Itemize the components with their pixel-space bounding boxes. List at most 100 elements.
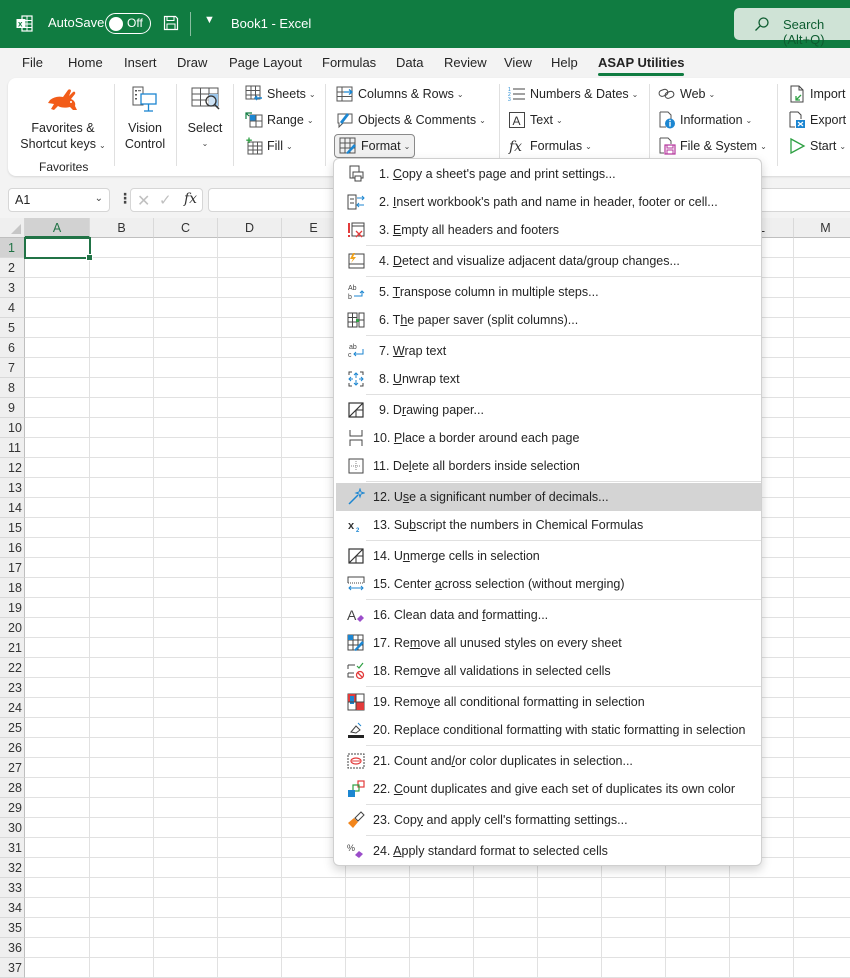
menu-item-16[interactable]: A 16. Clean data and formatting... — [336, 601, 761, 629]
row-header-17[interactable]: 17 — [0, 558, 25, 578]
row-header-11[interactable]: 11 — [0, 438, 25, 458]
text-button[interactable]: A Text ⌄ — [508, 109, 563, 131]
row-header-3[interactable]: 3 — [0, 278, 25, 298]
menu-item-23[interactable]: 23. Copy and apply cell's formatting set… — [336, 806, 761, 834]
column-header-d[interactable]: D — [218, 218, 282, 238]
menu-item-24[interactable]: % 24. Apply standard format to selected c… — [336, 837, 761, 865]
information-button[interactable]: Information ⌄ — [658, 109, 752, 131]
row-header-12[interactable]: 12 — [0, 458, 25, 478]
column-header-b[interactable]: B — [90, 218, 154, 238]
tab-help[interactable]: Help — [551, 55, 578, 70]
save-icon[interactable] — [163, 15, 179, 31]
fill-button[interactable]: Fill ⌄ — [245, 135, 293, 157]
autosave-toggle[interactable]: Off — [105, 13, 151, 34]
sheets-button[interactable]: Sheets ⌄ — [245, 83, 316, 105]
row-header-23[interactable]: 23 — [0, 678, 25, 698]
numbers-dates-button[interactable]: 123 Numbers & Dates ⌄ — [508, 83, 638, 105]
column-header-c[interactable]: C — [154, 218, 218, 238]
vision-control-button[interactable]: Vision Control — [120, 86, 170, 152]
menu-item-8[interactable]: 8. Unwrap text — [336, 365, 761, 393]
start-button[interactable]: Start ⌄ — [788, 135, 846, 157]
web-button[interactable]: Web ⌄ — [658, 83, 715, 105]
enter-check-icon[interactable]: ✓ — [159, 191, 172, 209]
row-header-24[interactable]: 24 — [0, 698, 25, 718]
row-header-35[interactable]: 35 — [0, 918, 25, 938]
row-header-30[interactable]: 30 — [0, 818, 25, 838]
row-header-14[interactable]: 14 — [0, 498, 25, 518]
objects-comments-button[interactable]: Objects & Comments ⌄ — [336, 109, 486, 131]
row-header-25[interactable]: 25 — [0, 718, 25, 738]
formulas-button[interactable]: fx Formulas ⌄ — [508, 135, 592, 157]
tab-page-layout[interactable]: Page Layout — [229, 55, 302, 70]
menu-item-12[interactable]: 12. Use a significant number of decimals… — [336, 483, 761, 511]
favorites-button[interactable]: Favorites & Shortcut keys ⌄ — [16, 86, 110, 154]
row-header-15[interactable]: 15 — [0, 518, 25, 538]
menu-item-14[interactable]: 14. Unmerge cells in selection — [336, 542, 761, 570]
menu-item-13[interactable]: x 2 13. Subscript the numbers in Chemical … — [336, 511, 761, 539]
row-header-36[interactable]: 36 — [0, 938, 25, 958]
menu-item-3[interactable]: 3. Empty all headers and footers — [336, 216, 761, 244]
column-header-a[interactable]: A — [25, 218, 90, 238]
menu-item-11[interactable]: 11. Delete all borders inside selection — [336, 452, 761, 480]
row-header-37[interactable]: 37 — [0, 958, 25, 978]
tab-draw[interactable]: Draw — [177, 55, 207, 70]
menu-item-4[interactable]: 4. Detect and visualize adjacent data/gr… — [336, 247, 761, 275]
select-all-button[interactable] — [0, 218, 25, 238]
row-header-20[interactable]: 20 — [0, 618, 25, 638]
menu-item-6[interactable]: 6. The paper saver (split columns)... — [336, 306, 761, 334]
menu-item-21[interactable]: 21. Count and/or color duplicates in sel… — [336, 747, 761, 775]
menu-item-15[interactable]: 15. Center across selection (without mer… — [336, 570, 761, 598]
search-box[interactable]: Search (Alt+Q) — [734, 8, 850, 47]
menu-item-7[interactable]: ab c 7. Wrap text — [336, 337, 761, 365]
chevron-down-icon[interactable]: ⌄ — [95, 193, 103, 204]
menu-item-17[interactable]: 17. Remove all unused styles on every sh… — [336, 629, 761, 657]
format-button[interactable]: Format ⌄ — [334, 134, 416, 158]
row-header-32[interactable]: 32 — [0, 858, 25, 878]
tab-file[interactable]: File — [22, 55, 43, 70]
row-header-31[interactable]: 31 — [0, 838, 25, 858]
menu-item-1[interactable]: 1. Copy a sheet's page and print setting… — [336, 160, 761, 188]
row-header-22[interactable]: 22 — [0, 658, 25, 678]
menu-item-5[interactable]: Ab b 5. Transpose column in multiple steps… — [336, 278, 761, 306]
tab-asap-utilities[interactable]: ASAP Utilities — [598, 55, 685, 76]
row-header-8[interactable]: 8 — [0, 378, 25, 398]
file-system-button[interactable]: File & System ⌄ — [658, 135, 767, 157]
tab-view[interactable]: View — [504, 55, 532, 70]
menu-item-10[interactable]: 10. Place a border around each page — [336, 424, 761, 452]
cancel-icon[interactable]: ✕ — [137, 191, 150, 211]
insert-function-button[interactable]: fx — [184, 191, 197, 207]
active-cell-a1[interactable] — [24, 237, 93, 261]
row-header-16[interactable]: 16 — [0, 538, 25, 558]
column-header-m[interactable]: M — [794, 218, 850, 238]
tab-data[interactable]: Data — [396, 55, 423, 70]
row-header-19[interactable]: 19 — [0, 598, 25, 618]
menu-item-2[interactable]: 2. Insert workbook's path and name in he… — [336, 188, 761, 216]
select-button[interactable]: Select ⌄ — [182, 86, 228, 152]
row-header-18[interactable]: 18 — [0, 578, 25, 598]
row-header-29[interactable]: 29 — [0, 798, 25, 818]
tab-home[interactable]: Home — [68, 55, 103, 70]
row-header-9[interactable]: 9 — [0, 398, 25, 418]
import-button[interactable]: Import⌄ — [788, 83, 850, 105]
menu-item-20[interactable]: 20. Replace conditional formatting with … — [336, 716, 761, 744]
row-header-2[interactable]: 2 — [0, 258, 25, 278]
row-header-27[interactable]: 27 — [0, 758, 25, 778]
row-header-13[interactable]: 13 — [0, 478, 25, 498]
row-header-10[interactable]: 10 — [0, 418, 25, 438]
row-header-33[interactable]: 33 — [0, 878, 25, 898]
row-header-21[interactable]: 21 — [0, 638, 25, 658]
row-header-7[interactable]: 7 — [0, 358, 25, 378]
row-header-4[interactable]: 4 — [0, 298, 25, 318]
menu-item-9[interactable]: 9. Drawing paper... — [336, 396, 761, 424]
row-header-26[interactable]: 26 — [0, 738, 25, 758]
menu-item-18[interactable]: 18. Remove all validations in selected c… — [336, 657, 761, 685]
menu-item-22[interactable]: 22. Count duplicates and give each set o… — [336, 775, 761, 803]
row-header-5[interactable]: 5 — [0, 318, 25, 338]
row-header-28[interactable]: 28 — [0, 778, 25, 798]
row-header-6[interactable]: 6 — [0, 338, 25, 358]
export-button[interactable]: Export⌄ — [788, 109, 850, 131]
range-button[interactable]: Range ⌄ — [245, 109, 314, 131]
row-header-1[interactable]: 1 — [0, 238, 25, 258]
columns-rows-button[interactable]: Columns & Rows ⌄ — [336, 83, 464, 105]
customize-quick-access-icon[interactable]: ▼ — [204, 14, 215, 26]
